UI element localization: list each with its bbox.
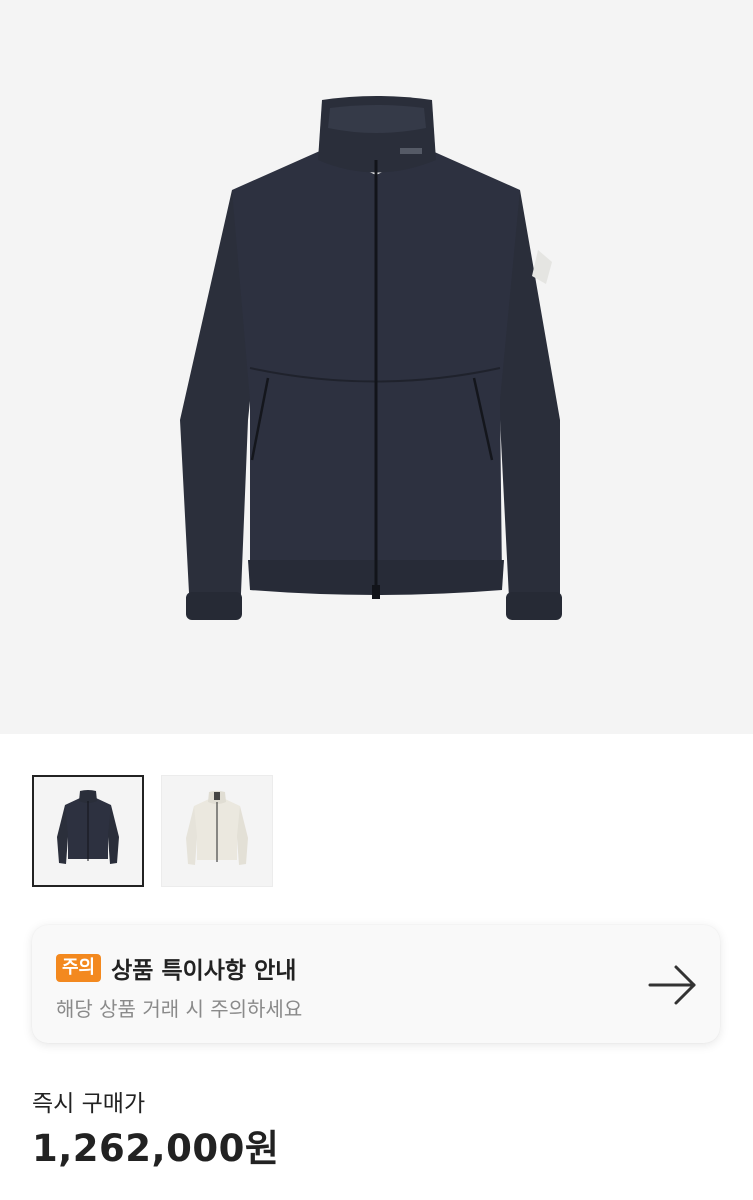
notice-subtitle: 해당 상품 거래 시 주의하세요 <box>56 997 303 1021</box>
jacket-cream-thumbnail <box>186 791 248 865</box>
arrow-right-icon[interactable] <box>648 963 698 1007</box>
jacket-navy-thumbnail <box>57 790 119 864</box>
caution-badge: 주의 <box>56 954 102 982</box>
notice-header: 주의 상품 특이사항 안내 <box>56 951 296 985</box>
thumbnail-strip <box>32 775 273 887</box>
thumbnail-cream[interactable] <box>161 775 273 887</box>
thumbnail-navy[interactable] <box>32 775 144 887</box>
price-value: 1,262,000원 <box>32 1127 280 1170</box>
notice-title: 상품 특이사항 안내 <box>111 958 297 984</box>
product-image[interactable] <box>0 0 753 734</box>
price-label: 즉시 구매가 <box>32 1091 146 1117</box>
caution-notice-card[interactable]: 주의 상품 특이사항 안내 해당 상품 거래 시 주의하세요 <box>32 925 720 1043</box>
jacket-navy-image <box>180 96 562 620</box>
